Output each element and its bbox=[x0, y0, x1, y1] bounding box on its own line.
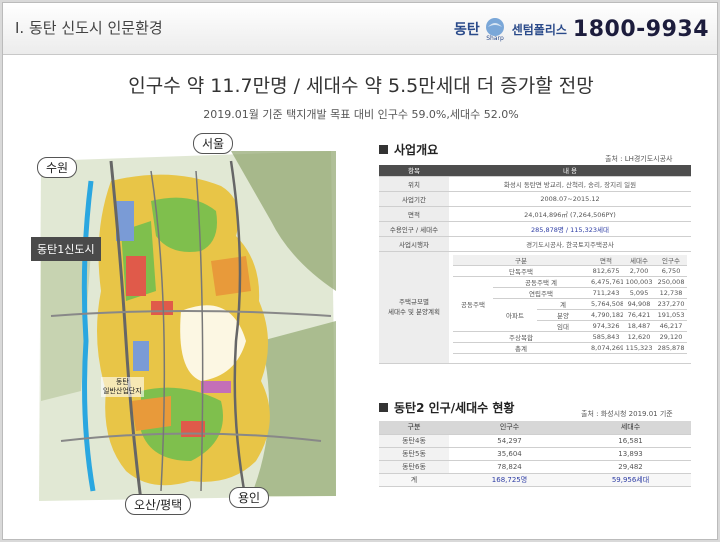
plan-table: 구분 면적 세대수 인구수 단독주택 812,675 2,700 6,750 공… bbox=[453, 254, 688, 354]
table-row: 동탄6동 78,824 29,482 bbox=[379, 460, 691, 474]
population-title-text: 동탄2 인구/세대수 현황 bbox=[394, 401, 515, 415]
map-label-seoul: 서울 bbox=[193, 133, 234, 154]
brand-phone: 1800-9934 bbox=[572, 16, 709, 42]
brand-sub: 센텀폴리스 bbox=[511, 22, 567, 37]
section-title: Ⅰ. 동탄 신도시 인문환경 bbox=[15, 19, 163, 37]
bullet-square-icon bbox=[379, 403, 388, 412]
table-row: 수용인구 / 세대수 285,878명 / 115,323세대 bbox=[379, 221, 691, 237]
overview-title: 사업개요 bbox=[379, 141, 438, 158]
table-row: 공동주택 공동주택 계 6,475,761 100,003 250,008 bbox=[453, 276, 688, 332]
page-header: Ⅰ. 동탄 신도시 인문환경 동탄 Sharp 센텀폴리스 1800-9934 bbox=[3, 3, 717, 55]
bullet-square-icon bbox=[379, 145, 388, 154]
overview-title-text: 사업개요 bbox=[394, 143, 439, 157]
map-label-industrial-line2: 일반산업단지 bbox=[103, 387, 142, 395]
table-row: 사업시행자 경기도시공사, 한국토지주택공사 bbox=[379, 236, 691, 252]
map-label-industrial: 동탄 일반산업단지 bbox=[101, 377, 144, 397]
population-source: 출처 : 화성시청 2019.01 기준 bbox=[581, 410, 673, 418]
table-row: 위치 화성시 동탄면 방교리, 산척리, 송리, 장지리 일원 bbox=[379, 176, 691, 192]
map-label-yongin: 용인 bbox=[229, 487, 270, 508]
brand-logo-text: Sharp bbox=[486, 35, 504, 42]
table-row: 동탄4동 54,297 16,581 bbox=[379, 434, 691, 448]
map-label-osan: 오산/평택 bbox=[125, 494, 192, 515]
overview-source: 출처 : LH경기도시공사 bbox=[605, 155, 673, 163]
table-row: 단독주택 812,675 2,700 6,750 bbox=[453, 265, 688, 277]
map-label-suwon: 수원 bbox=[37, 157, 78, 178]
table-row-plan: 주택규모별 세대수 및 분양계획 구분 면적 세대수 인구수 단독주택 812,… bbox=[379, 251, 691, 364]
table-row: 면적 24,014,896㎡ (7,264,506PY) bbox=[379, 206, 691, 222]
population-table: 구분 인구수 세대수 동탄4동 54,297 16,581 동탄5동 35,60… bbox=[379, 421, 691, 487]
map-label-industrial-line1: 동탄 bbox=[115, 378, 129, 386]
map-drawing bbox=[31, 141, 339, 506]
subline: 2019.01월 기준 택지개발 목표 대비 인구수 59.0%,세대수 52.… bbox=[203, 108, 519, 121]
overview-header-content: 내 용 bbox=[449, 165, 691, 177]
map-tag-dongtan1: 동탄1신도시 bbox=[31, 237, 101, 261]
document-page: Ⅰ. 동탄 신도시 인문환경 동탄 Sharp 센텀폴리스 1800-9934 … bbox=[2, 2, 718, 540]
plan-label: 주택규모별 세대수 및 분양계획 bbox=[379, 251, 449, 364]
table-row: 동탄5동 35,604 13,893 bbox=[379, 447, 691, 461]
table-row: 총계 8,074,269 115,323 285,878 bbox=[453, 342, 688, 354]
overview-table: 항목 내 용 위치 화성시 동탄면 방교리, 산척리, 송리, 장지리 일원 사… bbox=[379, 165, 691, 364]
table-row-total: 계 168,725명 59,956세대 bbox=[379, 473, 691, 487]
table-row: 사업기간 2008.07~2015.12 bbox=[379, 191, 691, 207]
headline: 인구수 약 11.7만명 / 세대수 약 5.5만세대 더 증가할 전망 bbox=[128, 75, 594, 97]
table-row: 주상복합 585,843 12,620 29,120 bbox=[453, 331, 688, 343]
site-map: 서울 수원 동탄1신도시 동탄 일반산업단지 오산/평택 용인 bbox=[31, 133, 339, 515]
brand-logo-icon: Sharp bbox=[485, 18, 504, 42]
overview-header-item: 항목 bbox=[379, 165, 449, 177]
brand-name: 동탄 bbox=[453, 22, 480, 38]
population-title: 동탄2 인구/세대수 현황 bbox=[379, 399, 514, 416]
brand-banner: 동탄 Sharp 센텀폴리스 1800-9934 bbox=[454, 13, 709, 45]
